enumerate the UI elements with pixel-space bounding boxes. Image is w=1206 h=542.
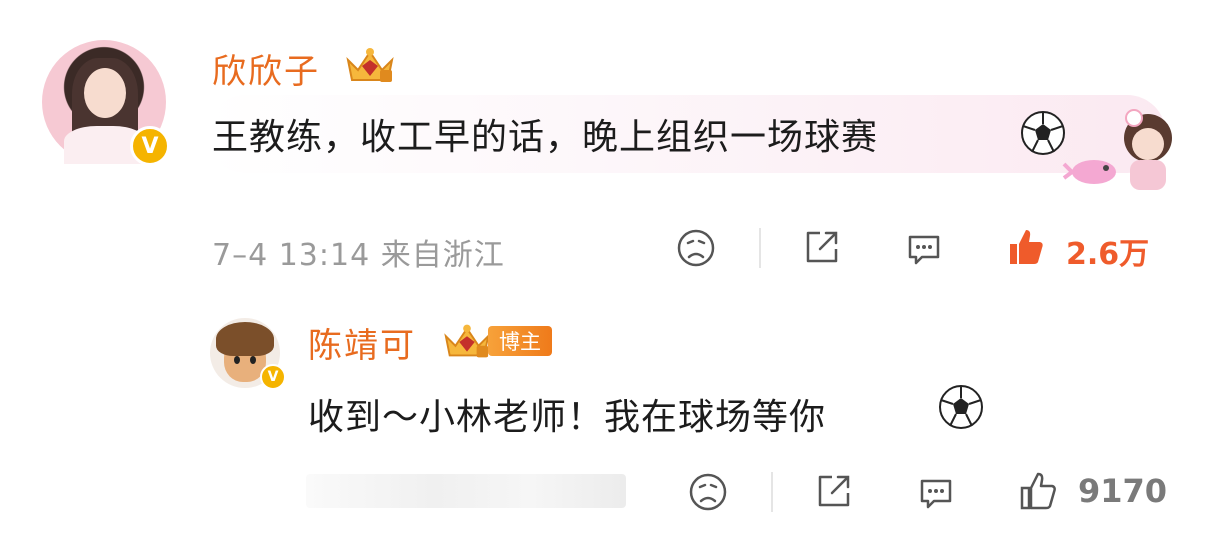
- main-like-count: 2.6万: [1066, 237, 1150, 272]
- main-comment-text: 王教练，收工早的话，晚上组织一场球赛: [212, 117, 879, 158]
- decorative-sticker: [1060, 104, 1182, 194]
- avatar-eye: [234, 356, 240, 364]
- verified-badge: V: [130, 126, 170, 166]
- crown-level-icon: [442, 322, 492, 360]
- sad-face-icon[interactable]: [688, 472, 728, 512]
- comment-icon[interactable]: [916, 473, 956, 513]
- avatar-eye: [250, 356, 256, 364]
- comment-icon[interactable]: [904, 229, 944, 269]
- thumbs-up-icon[interactable]: [1016, 470, 1058, 512]
- soccer-ball-icon: [938, 384, 984, 430]
- reply-like-count: 9170: [1078, 472, 1168, 510]
- host-badge: 博主: [488, 326, 552, 356]
- avatar-face: [84, 68, 126, 118]
- crown-level-icon: [344, 46, 396, 84]
- reply-username[interactable]: 陈靖可: [308, 318, 416, 367]
- share-icon[interactable]: [802, 227, 842, 267]
- action-divider: [759, 228, 761, 268]
- thumbs-up-icon[interactable]: [1004, 226, 1046, 268]
- avatar-hair: [216, 322, 274, 356]
- main-comment-username[interactable]: 欣欣子: [212, 44, 320, 93]
- verified-badge: V: [260, 364, 286, 390]
- share-icon[interactable]: [814, 471, 854, 511]
- reply-text: 收到～小林老师！我在球场等你: [308, 397, 827, 438]
- sad-face-icon[interactable]: [676, 228, 716, 268]
- main-comment-meta: 7–4 13:14 来自浙江: [212, 238, 505, 273]
- reply-meta-redacted: [306, 474, 626, 508]
- action-divider: [771, 472, 773, 512]
